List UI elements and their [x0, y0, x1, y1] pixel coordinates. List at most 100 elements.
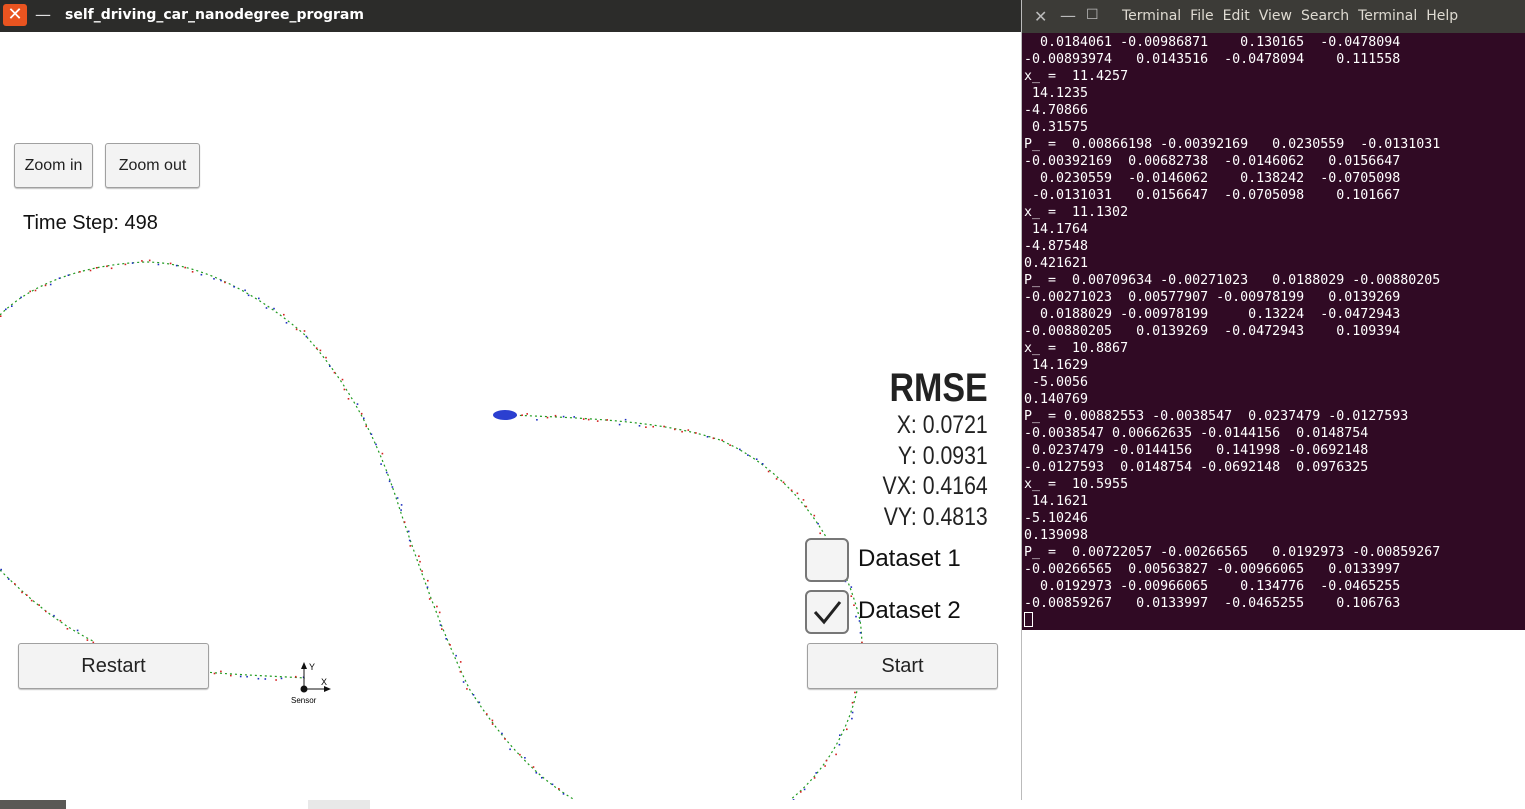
measurement-marker [44, 284, 47, 287]
taskbar-item[interactable] [0, 800, 66, 809]
measurement-marker [34, 289, 37, 292]
measurement-marker [558, 788, 560, 790]
measurement-marker [285, 322, 288, 324]
measurement-marker [663, 425, 665, 428]
measurement-marker [280, 677, 283, 680]
dataset-1-checkbox[interactable] [805, 538, 849, 582]
measurement-marker [459, 671, 462, 673]
measurement-marker [674, 428, 676, 431]
measurement-marker [839, 734, 841, 736]
menu-item-search[interactable]: Search [1301, 8, 1349, 24]
simulator-titlebar: ✕ — self_driving_car_nanodegree_program [0, 0, 1021, 32]
measurement-marker [341, 378, 344, 381]
menu-item-terminal[interactable]: Terminal [1122, 8, 1181, 24]
measurement-marker [275, 679, 277, 681]
close-window-button[interactable]: ✕ [3, 4, 27, 26]
measurement-marker [38, 604, 40, 606]
measurement-marker [813, 777, 816, 779]
dataset-2-checkbox[interactable] [805, 590, 849, 634]
measurement-marker [775, 478, 778, 480]
menu-item-edit[interactable]: Edit [1223, 8, 1250, 24]
measurement-marker [509, 748, 511, 751]
measurement-marker [618, 423, 621, 426]
start-button[interactable]: Start [807, 643, 998, 689]
measurement-marker [790, 489, 793, 492]
restart-button[interactable]: Restart [18, 643, 209, 689]
measurement-marker [681, 430, 683, 433]
measurement-marker [409, 545, 412, 547]
measurement-marker [755, 458, 758, 460]
vehicle-trajectory [0, 261, 576, 800]
measurement-marker [652, 425, 654, 428]
measurement-marker [747, 454, 749, 456]
measurement-marker [315, 347, 318, 349]
checkmark-icon [813, 601, 842, 625]
measurement-marker [244, 289, 246, 292]
measurement-marker [819, 532, 821, 535]
menu-item-help[interactable]: Help [1426, 8, 1458, 24]
sensor-y-label: Y [309, 662, 315, 672]
maximize-icon[interactable]: ☐ [1086, 7, 1099, 23]
minimize-window-button[interactable]: — [34, 4, 52, 26]
menu-item-terminal-2[interactable]: Terminal [1358, 8, 1417, 24]
measurement-marker [519, 753, 521, 756]
measurement-marker [273, 307, 275, 310]
measurement-marker [66, 628, 69, 630]
measurement-marker [58, 277, 61, 279]
measurement-marker [11, 305, 13, 307]
measurement-marker [95, 267, 98, 269]
measurement-marker [850, 595, 853, 597]
rmse-y: Y: 0.0931 [898, 441, 988, 470]
measurement-marker [573, 416, 575, 418]
measurement-marker [562, 793, 565, 795]
measurement-marker [26, 594, 28, 596]
measurement-marker [21, 591, 23, 594]
measurement-marker [247, 294, 250, 297]
measurement-marker [706, 436, 709, 438]
measurement-marker [802, 499, 805, 501]
measurement-marker [846, 728, 848, 731]
measurement-marker [813, 514, 816, 517]
measurement-marker [850, 586, 853, 588]
terminal-titlebar: ✕ — ☐ Terminal File Edit View Search Terminal… [1022, 0, 1525, 33]
measurement-marker [380, 463, 382, 465]
measurement-marker [767, 470, 770, 473]
measurement-marker [455, 654, 457, 657]
measurement-markers [0, 259, 866, 800]
taskbar-item[interactable] [308, 800, 370, 809]
measurement-marker [438, 611, 441, 614]
terminal-cursor [1024, 612, 1033, 627]
measurement-marker [441, 628, 443, 630]
close-icon[interactable]: ✕ [1034, 7, 1047, 26]
measurement-marker [536, 419, 538, 421]
measurement-marker [851, 701, 854, 704]
measurement-marker [360, 412, 363, 415]
measurement-marker [824, 765, 826, 767]
measurement-marker [220, 670, 222, 673]
terminal-window: ✕ — ☐ Terminal File Edit View Search Terminal… [1022, 0, 1525, 630]
measurement-marker [729, 444, 731, 446]
zoom-in-button[interactable]: Zoom in [14, 143, 93, 188]
measurement-marker [439, 624, 442, 626]
zoom-out-button[interactable]: Zoom out [105, 143, 200, 188]
menu-item-view[interactable]: View [1259, 8, 1292, 24]
measurement-marker [45, 610, 47, 613]
measurement-marker [504, 738, 506, 740]
measurement-marker [855, 615, 857, 618]
measurement-marker [459, 661, 462, 663]
menu-item-file[interactable]: File [1190, 8, 1213, 24]
minimize-icon[interactable]: — [1060, 6, 1076, 25]
measurement-marker [325, 356, 327, 359]
sensor-icon: Y X Sensor [291, 662, 331, 705]
measurement-marker [295, 328, 298, 331]
measurement-marker [157, 263, 160, 266]
measurement-marker [5, 308, 7, 311]
measurement-marker [283, 313, 285, 316]
measurement-marker [239, 675, 242, 678]
measurement-marker [554, 414, 557, 417]
measurement-marker [365, 425, 367, 428]
rmse-vy: VY: 0.4813 [884, 502, 988, 531]
measurement-marker [233, 286, 235, 288]
measurement-marker [551, 783, 554, 786]
simulator-window: ✕ — self_driving_car_nanodegree_program … [0, 0, 1022, 800]
